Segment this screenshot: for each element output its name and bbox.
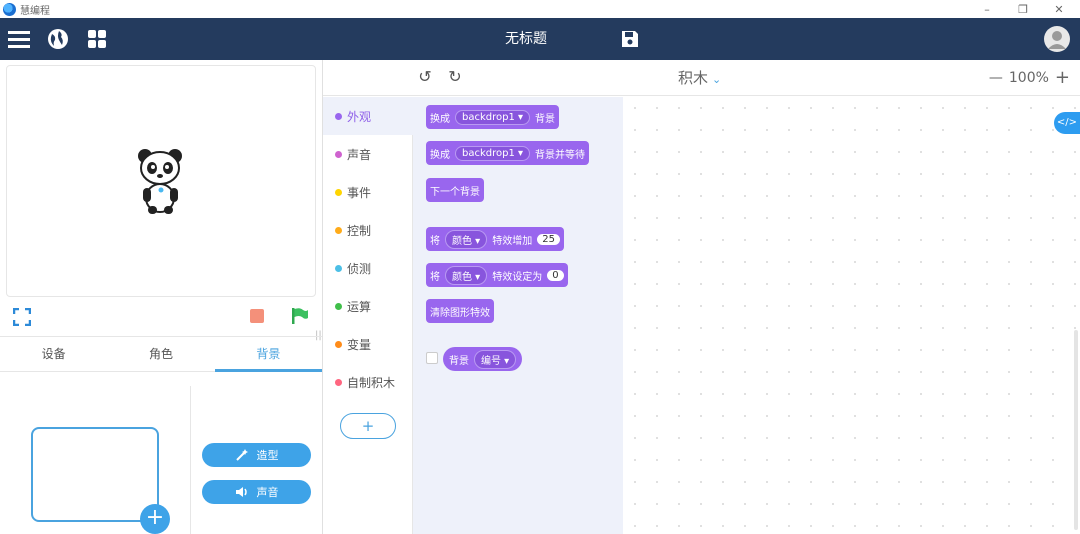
- category-label: 事件: [347, 185, 372, 200]
- category-label: 运算: [347, 299, 372, 314]
- costume-button[interactable]: 造型: [202, 443, 311, 467]
- effect-value-input[interactable]: 0: [547, 269, 564, 281]
- globe-icon[interactable]: [45, 26, 71, 52]
- block-text: 特效增加: [492, 235, 533, 247]
- apps-grid-icon[interactable]: [84, 26, 110, 52]
- minimize-button[interactable]: –: [970, 0, 1004, 18]
- tab-sprites[interactable]: 角色: [107, 337, 214, 371]
- close-button[interactable]: ✕: [1042, 0, 1076, 18]
- backdrop-number-checkbox[interactable]: [426, 352, 438, 364]
- backdrop-dropdown[interactable]: backdrop1 ▾: [455, 109, 531, 125]
- category-label: 变量: [347, 337, 372, 352]
- block-backdrop-number[interactable]: 背景 编号 ▾: [443, 347, 523, 371]
- category-label: 外观: [347, 109, 372, 124]
- add-backdrop-button[interactable]: +: [140, 504, 170, 534]
- project-title[interactable]: 无标题: [480, 18, 572, 60]
- app-logo-icon: [3, 2, 16, 16]
- category-control[interactable]: 控制: [323, 211, 413, 249]
- divider: [190, 386, 191, 534]
- category-operators[interactable]: 运算: [323, 287, 413, 325]
- backdrop-thumbnail[interactable]: [31, 427, 159, 522]
- zoom-in-button[interactable]: +: [1055, 60, 1070, 96]
- costume-button-label: 造型: [256, 449, 279, 462]
- category-label: 自制积木: [347, 375, 396, 390]
- zoom-out-button[interactable]: —: [989, 60, 1003, 96]
- block-text: 特效设定为: [492, 271, 543, 283]
- category-dot: [335, 340, 342, 348]
- window-titlebar: 慧编程: [0, 0, 1080, 18]
- code-view-toggle[interactable]: </>: [1054, 112, 1080, 134]
- save-icon[interactable]: [617, 26, 643, 52]
- editor-mode-select[interactable]: 积木 ⌄: [678, 60, 721, 96]
- green-flag-icon[interactable]: [291, 307, 309, 325]
- block-text: 将: [430, 235, 440, 247]
- category-variables[interactable]: 变量: [323, 325, 413, 363]
- block-set-effect[interactable]: 将 颜色 ▾ 特效设定为 0: [426, 263, 568, 287]
- add-extension-button[interactable]: +: [340, 413, 396, 439]
- stage-controls: [0, 298, 322, 336]
- block-text: 背景: [449, 355, 469, 367]
- block-change-effect[interactable]: 将 颜色 ▾ 特效增加 25: [426, 227, 564, 251]
- stop-icon[interactable]: [250, 309, 264, 323]
- category-label: 侦测: [347, 261, 372, 276]
- sound-button[interactable]: 声音: [202, 480, 311, 504]
- block-text: 换成: [430, 113, 450, 125]
- block-clear-effects[interactable]: 清除图形特效: [426, 299, 494, 323]
- category-looks[interactable]: 外观: [323, 97, 413, 135]
- category-dot: [335, 264, 342, 272]
- block-text: 换成: [430, 149, 450, 161]
- sound-button-label: 声音: [256, 486, 279, 499]
- backdrop-attribute-dropdown[interactable]: 编号 ▾: [474, 349, 517, 369]
- undo-icon[interactable]: ↺: [414, 66, 436, 88]
- restore-button[interactable]: ❐: [1006, 0, 1040, 18]
- block-text: 背景: [535, 113, 556, 125]
- stage-canvas[interactable]: [6, 65, 316, 297]
- block-text: 清除图形特效: [430, 307, 490, 319]
- block-switch-backdrop[interactable]: 换成 backdrop1 ▾ 背景: [426, 105, 560, 129]
- category-dot: [335, 112, 342, 120]
- effect-dropdown[interactable]: 颜色 ▾: [445, 229, 488, 249]
- block-text: 背景并等待: [535, 149, 586, 161]
- redo-icon[interactable]: ↻: [444, 66, 466, 88]
- tab-devices[interactable]: 设备: [0, 337, 107, 371]
- fullscreen-icon[interactable]: [13, 308, 31, 326]
- block-switch-backdrop-and-wait[interactable]: 换成 backdrop1 ▾ 背景并等待: [426, 141, 590, 165]
- editor-mode-label: 积木: [678, 69, 709, 87]
- effect-value-input[interactable]: 25: [537, 233, 560, 245]
- panda-sprite[interactable]: [135, 146, 187, 216]
- category-dot: [335, 302, 342, 310]
- tab-backdrops[interactable]: 背景: [214, 337, 323, 372]
- category-my-blocks[interactable]: 自制积木: [323, 363, 413, 401]
- block-next-backdrop[interactable]: 下一个背景: [426, 178, 484, 202]
- user-avatar[interactable]: [1044, 26, 1070, 52]
- stage-tabs: 设备 角色 背景: [0, 336, 323, 372]
- magic-wand-icon: [235, 449, 248, 461]
- effect-dropdown[interactable]: 颜色 ▾: [445, 265, 488, 285]
- workspace-scrollbar[interactable]: [1074, 330, 1078, 530]
- backdrop-dropdown[interactable]: backdrop1 ▾: [455, 145, 531, 161]
- menu-icon[interactable]: [6, 26, 32, 52]
- block-text: 将: [430, 271, 440, 283]
- chevron-down-icon: ⌄: [712, 73, 722, 86]
- category-dot: [335, 150, 342, 158]
- editor-toolbar: ↺ ↻ 积木 ⌄ — 100% +: [323, 60, 1080, 96]
- zoom-level: 100%: [1008, 70, 1049, 86]
- category-sensing[interactable]: 侦测: [323, 249, 413, 287]
- window-title: 慧编程: [20, 5, 50, 17]
- speaker-icon: [235, 487, 247, 497]
- category-sound[interactable]: 声音: [323, 135, 413, 173]
- category-dot: [335, 188, 342, 196]
- zoom-controls: — 100% +: [989, 60, 1070, 96]
- category-dot: [335, 226, 342, 234]
- category-dot: [335, 378, 342, 386]
- block-text: 下一个背景: [430, 186, 480, 198]
- block-categories: 外观 声音 事件 控制 侦测 运算 变量 自制积木: [323, 97, 413, 534]
- code-workspace[interactable]: [624, 97, 1080, 534]
- category-events[interactable]: 事件: [323, 173, 413, 211]
- top-header: 无标题: [0, 18, 1080, 60]
- category-label: 控制: [347, 223, 372, 238]
- category-label: 声音: [347, 147, 372, 162]
